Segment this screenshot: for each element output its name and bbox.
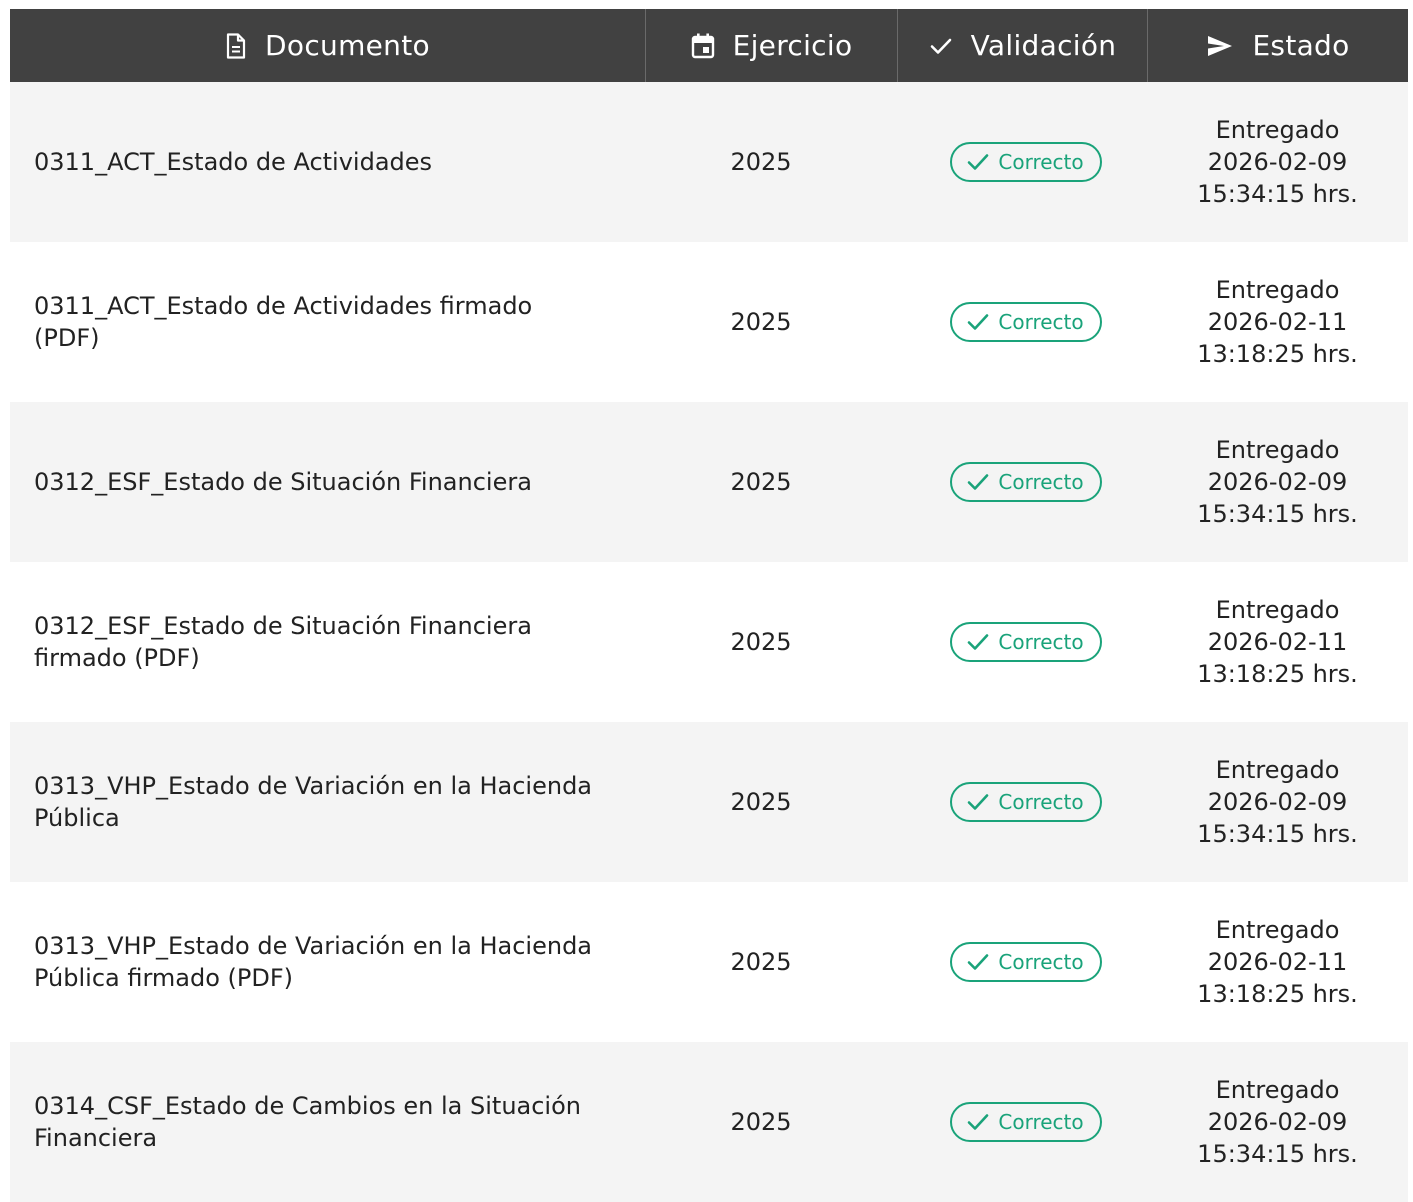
cell-estado: Entregado 2026-02-09 15:34:15 hrs.	[1147, 722, 1408, 882]
check-icon	[966, 952, 990, 972]
badge-label: Correcto	[998, 950, 1084, 974]
check-icon	[966, 1112, 990, 1132]
ejercicio-value: 2025	[730, 468, 792, 496]
document-icon	[225, 32, 247, 59]
badge-label: Correcto	[998, 310, 1084, 334]
cell-validacion: Correcto	[897, 1042, 1147, 1202]
cell-ejercicio: 2025	[645, 562, 897, 722]
table-header: Documento Ejercicio Validación Estado	[10, 9, 1408, 82]
cell-validacion: Correcto	[897, 882, 1147, 1042]
cell-ejercicio: 2025	[645, 722, 897, 882]
status-badge[interactable]: Correcto	[950, 782, 1102, 822]
ejercicio-value: 2025	[730, 148, 792, 176]
ejercicio-value: 2025	[730, 948, 792, 976]
cell-documento: 0314_CSF_Estado de Cambios en la Situaci…	[10, 1042, 645, 1202]
cell-validacion: Correcto	[897, 722, 1147, 882]
estado-text: Entregado 2026-02-09 15:34:15 hrs.	[1197, 116, 1358, 208]
cell-estado: Entregado 2026-02-09 15:34:15 hrs.	[1147, 1042, 1408, 1202]
estado-text: Entregado 2026-02-09 15:34:15 hrs.	[1197, 436, 1358, 528]
cell-validacion: Correcto	[897, 242, 1147, 402]
table-row[interactable]: 0313_VHP_Estado de Variación en la Hacie…	[10, 722, 1408, 882]
status-badge[interactable]: Correcto	[950, 1102, 1102, 1142]
estado-text: Entregado 2026-02-09 15:34:15 hrs.	[1197, 756, 1358, 848]
estado-text: Entregado 2026-02-11 13:18:25 hrs.	[1197, 276, 1358, 368]
estado-text: Entregado 2026-02-11 13:18:25 hrs.	[1197, 916, 1358, 1008]
table-row[interactable]: 0311_ACT_Estado de Actividades firmado (…	[10, 242, 1408, 402]
cell-estado: Entregado 2026-02-11 13:18:25 hrs.	[1147, 562, 1408, 722]
check-icon	[966, 472, 990, 492]
table-row[interactable]: 0311_ACT_Estado de Actividades 2025 Correc…	[10, 82, 1408, 242]
ejercicio-value: 2025	[730, 308, 792, 336]
cell-documento: 0311_ACT_Estado de Actividades firmado (…	[10, 242, 645, 402]
cell-ejercicio: 2025	[645, 82, 897, 242]
document-name: 0314_CSF_Estado de Cambios en la Situaci…	[34, 1092, 581, 1152]
document-name: 0312_ESF_Estado de Situación Financiera …	[34, 612, 532, 672]
ejercicio-value: 2025	[730, 628, 792, 656]
cell-estado: Entregado 2026-02-11 13:18:25 hrs.	[1147, 242, 1408, 402]
cell-validacion: Correcto	[897, 82, 1147, 242]
cell-ejercicio: 2025	[645, 882, 897, 1042]
documents-table: Documento Ejercicio Validación Estado 03…	[10, 9, 1408, 1202]
cell-validacion: Correcto	[897, 562, 1147, 722]
table-body: 0311_ACT_Estado de Actividades 2025 Correc…	[10, 82, 1408, 1202]
ejercicio-value: 2025	[730, 788, 792, 816]
column-header-ejercicio[interactable]: Ejercicio	[645, 9, 897, 82]
table-row[interactable]: 0312_ESF_Estado de Situación Financiera …	[10, 562, 1408, 722]
document-name: 0312_ESF_Estado de Situación Financiera	[34, 468, 532, 496]
calendar-icon	[691, 33, 715, 59]
badge-label: Correcto	[998, 630, 1084, 654]
badge-label: Correcto	[998, 150, 1084, 174]
table-row[interactable]: 0313_VHP_Estado de Variación en la Hacie…	[10, 882, 1408, 1042]
badge-label: Correcto	[998, 790, 1084, 814]
cell-documento: 0313_VHP_Estado de Variación en la Hacie…	[10, 882, 645, 1042]
table-row[interactable]: 0312_ESF_Estado de Situación Financiera 2…	[10, 402, 1408, 562]
status-badge[interactable]: Correcto	[950, 302, 1102, 342]
table-row[interactable]: 0314_CSF_Estado de Cambios en la Situaci…	[10, 1042, 1408, 1202]
cell-estado: Entregado 2026-02-09 15:34:15 hrs.	[1147, 402, 1408, 562]
estado-text: Entregado 2026-02-11 13:18:25 hrs.	[1197, 596, 1358, 688]
check-icon	[929, 36, 953, 56]
badge-label: Correcto	[998, 1110, 1084, 1134]
column-header-label: Validación	[970, 29, 1117, 62]
column-header-validacion[interactable]: Validación	[897, 9, 1147, 82]
check-icon	[966, 312, 990, 332]
document-name: 0311_ACT_Estado de Actividades firmado (…	[34, 292, 533, 352]
document-name: 0313_VHP_Estado de Variación en la Hacie…	[34, 932, 593, 992]
check-icon	[966, 152, 990, 172]
cell-ejercicio: 2025	[645, 242, 897, 402]
cell-estado: Entregado 2026-02-11 13:18:25 hrs.	[1147, 882, 1408, 1042]
status-badge[interactable]: Correcto	[950, 622, 1102, 662]
check-icon	[966, 792, 990, 812]
send-icon	[1206, 34, 1234, 58]
column-header-estado[interactable]: Estado	[1147, 9, 1408, 82]
cell-documento: 0311_ACT_Estado de Actividades	[10, 82, 645, 242]
document-name: 0311_ACT_Estado de Actividades	[34, 148, 433, 176]
cell-documento: 0312_ESF_Estado de Situación Financiera …	[10, 562, 645, 722]
cell-documento: 0313_VHP_Estado de Variación en la Hacie…	[10, 722, 645, 882]
badge-label: Correcto	[998, 470, 1084, 494]
column-header-label: Ejercicio	[732, 29, 853, 62]
column-header-documento[interactable]: Documento	[10, 9, 645, 82]
status-badge[interactable]: Correcto	[950, 462, 1102, 502]
cell-ejercicio: 2025	[645, 1042, 897, 1202]
document-name: 0313_VHP_Estado de Variación en la Hacie…	[34, 772, 593, 832]
ejercicio-value: 2025	[730, 1108, 792, 1136]
cell-documento: 0312_ESF_Estado de Situación Financiera	[10, 402, 645, 562]
cell-estado: Entregado 2026-02-09 15:34:15 hrs.	[1147, 82, 1408, 242]
column-header-label: Documento	[265, 29, 430, 62]
status-badge[interactable]: Correcto	[950, 142, 1102, 182]
status-badge[interactable]: Correcto	[950, 942, 1102, 982]
column-header-label: Estado	[1252, 29, 1350, 62]
check-icon	[966, 632, 990, 652]
cell-validacion: Correcto	[897, 402, 1147, 562]
cell-ejercicio: 2025	[645, 402, 897, 562]
estado-text: Entregado 2026-02-09 15:34:15 hrs.	[1197, 1076, 1358, 1168]
